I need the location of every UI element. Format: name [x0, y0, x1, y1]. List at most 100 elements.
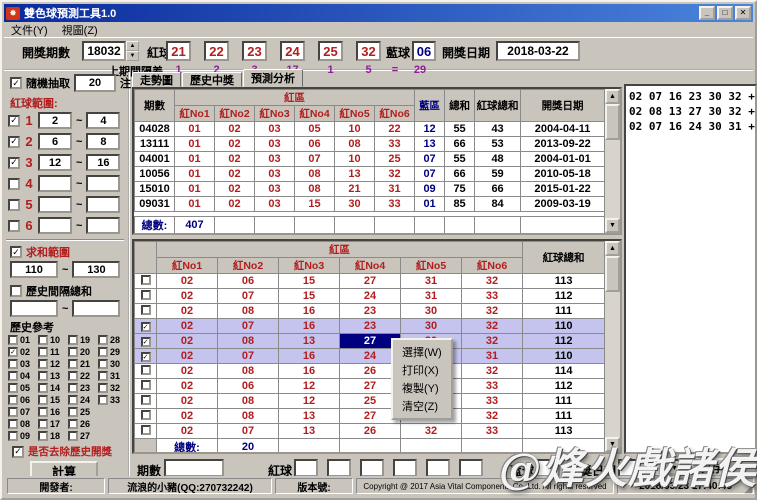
entry-blue-input[interactable]: [536, 459, 560, 477]
scroll-up-icon[interactable]: ▲: [605, 241, 620, 256]
red-ball-cell[interactable]: 02: [156, 273, 218, 289]
history-number-checkbox[interactable]: [38, 371, 48, 381]
red-ball-cell[interactable]: 08: [217, 303, 279, 319]
red-ball-input[interactable]: 32: [356, 41, 381, 61]
history-gap-min-input[interactable]: [10, 300, 58, 317]
red-ball-input[interactable]: 24: [280, 41, 305, 61]
history-number-checkbox[interactable]: [8, 371, 18, 381]
red-ball-cell[interactable]: 02: [156, 303, 218, 319]
red-ball-cell[interactable]: 33: [460, 393, 524, 409]
scroll-thumb[interactable]: [605, 104, 620, 140]
range-checkbox[interactable]: ✓: [8, 135, 20, 148]
red-ball-cell[interactable]: 26: [339, 423, 401, 439]
row-checkbox[interactable]: [140, 409, 151, 420]
history-number-checkbox[interactable]: [68, 395, 78, 405]
context-menu-item-3[interactable]: 複製(Y): [393, 379, 451, 397]
red-sum-cell[interactable]: 114: [522, 363, 604, 379]
red-ball-cell[interactable]: 08: [217, 363, 279, 379]
row-checkbox[interactable]: ✓: [140, 322, 151, 333]
entry-red-input[interactable]: [294, 459, 318, 477]
red-ball-cell[interactable]: 16: [278, 348, 340, 364]
entry-red-input[interactable]: [459, 459, 483, 477]
row-select-cell[interactable]: ✓: [134, 318, 157, 334]
range-checkbox[interactable]: [8, 219, 20, 232]
red-ball-cell[interactable]: 32: [460, 303, 524, 319]
history-number-checkbox[interactable]: [38, 431, 48, 441]
red-ball-cell[interactable]: 31: [400, 288, 462, 304]
scroll-up-icon[interactable]: ▲: [605, 89, 620, 104]
red-ball-cell[interactable]: 31: [460, 348, 524, 364]
blue-ball-input[interactable]: 06: [412, 41, 436, 61]
sum-range-checkbox[interactable]: ✓: [10, 246, 22, 258]
history-number-checkbox[interactable]: [38, 419, 48, 429]
row-select-cell[interactable]: [134, 423, 157, 439]
red-sum-cell[interactable]: 112: [522, 378, 604, 394]
history-number-checkbox[interactable]: [8, 395, 18, 405]
range-min-input[interactable]: [38, 217, 72, 234]
red-ball-cell[interactable]: 30: [400, 303, 462, 319]
red-ball-cell[interactable]: 02: [156, 423, 218, 439]
history-number-checkbox[interactable]: [8, 407, 18, 417]
red-sum-cell[interactable]: 113: [522, 273, 604, 289]
range-max-input[interactable]: 4: [86, 112, 121, 129]
red-sum-cell[interactable]: 113: [522, 423, 604, 439]
range-max-input[interactable]: 8: [86, 133, 121, 150]
range-max-input[interactable]: [86, 196, 121, 213]
row-checkbox[interactable]: ✓: [140, 352, 151, 363]
save-button[interactable]: 保存: [692, 458, 730, 477]
history-number-checkbox[interactable]: [38, 407, 48, 417]
history-number-checkbox[interactable]: [98, 383, 108, 393]
red-ball-cell[interactable]: 12: [278, 378, 340, 394]
history-number-checkbox[interactable]: [98, 335, 108, 345]
random-pick-count-input[interactable]: 20: [74, 74, 116, 92]
history-number-checkbox[interactable]: [98, 359, 108, 369]
red-ball-cell[interactable]: 02: [156, 288, 218, 304]
history-number-checkbox[interactable]: [8, 431, 18, 441]
history-number-checkbox[interactable]: ✓: [8, 347, 18, 357]
history-number-checkbox[interactable]: [8, 419, 18, 429]
row-checkbox[interactable]: [140, 394, 151, 405]
sum-min-input[interactable]: 110: [10, 261, 58, 278]
history-number-checkbox[interactable]: [68, 407, 78, 417]
row-checkbox[interactable]: [140, 274, 151, 285]
red-ball-cell[interactable]: 32: [400, 423, 462, 439]
row-select-cell[interactable]: ✓: [134, 348, 157, 364]
history-number-checkbox[interactable]: [38, 395, 48, 405]
red-ball-cell[interactable]: 32: [460, 333, 524, 349]
red-ball-cell[interactable]: 07: [217, 348, 279, 364]
row-select-cell[interactable]: [134, 273, 157, 289]
history-gap-checkbox[interactable]: [10, 285, 22, 297]
history-number-checkbox[interactable]: [98, 371, 108, 381]
draw-date-input[interactable]: 2018-03-22: [496, 41, 580, 61]
red-ball-input[interactable]: 22: [204, 41, 229, 61]
red-ball-cell[interactable]: 16: [278, 303, 340, 319]
row-select-cell[interactable]: [134, 378, 157, 394]
red-ball-cell[interactable]: 32: [460, 273, 524, 289]
maximize-button[interactable]: □: [717, 6, 733, 20]
red-ball-cell[interactable]: 15: [278, 273, 340, 289]
entry-red-input[interactable]: [360, 459, 384, 477]
history-number-checkbox[interactable]: [8, 335, 18, 345]
red-ball-cell[interactable]: 07: [217, 318, 279, 334]
red-ball-cell[interactable]: 02: [156, 378, 218, 394]
red-ball-cell[interactable]: 13: [278, 408, 340, 424]
red-ball-cell[interactable]: 02: [156, 333, 218, 349]
history-number-checkbox[interactable]: [98, 347, 108, 357]
history-number-checkbox[interactable]: [8, 359, 18, 369]
red-sum-cell[interactable]: 112: [522, 333, 604, 349]
red-ball-input[interactable]: 25: [318, 41, 343, 61]
history-gap-max-input[interactable]: [72, 300, 121, 317]
scroll-track[interactable]: [605, 140, 620, 218]
row-checkbox[interactable]: [140, 289, 151, 300]
minimize-button[interactable]: _: [699, 6, 715, 20]
spin-up-icon[interactable]: ▲: [126, 41, 139, 51]
red-ball-cell[interactable]: 06: [217, 378, 279, 394]
history-number-checkbox[interactable]: [38, 359, 48, 369]
entry-period-input[interactable]: [164, 459, 224, 477]
red-sum-cell[interactable]: 112: [522, 288, 604, 304]
red-ball-cell[interactable]: 32: [460, 408, 524, 424]
scroll-track[interactable]: [605, 292, 620, 437]
combo-arrow-icon[interactable]: ▼: [667, 461, 682, 475]
red-ball-cell[interactable]: 32: [460, 363, 524, 379]
red-ball-cell[interactable]: 27: [339, 273, 401, 289]
